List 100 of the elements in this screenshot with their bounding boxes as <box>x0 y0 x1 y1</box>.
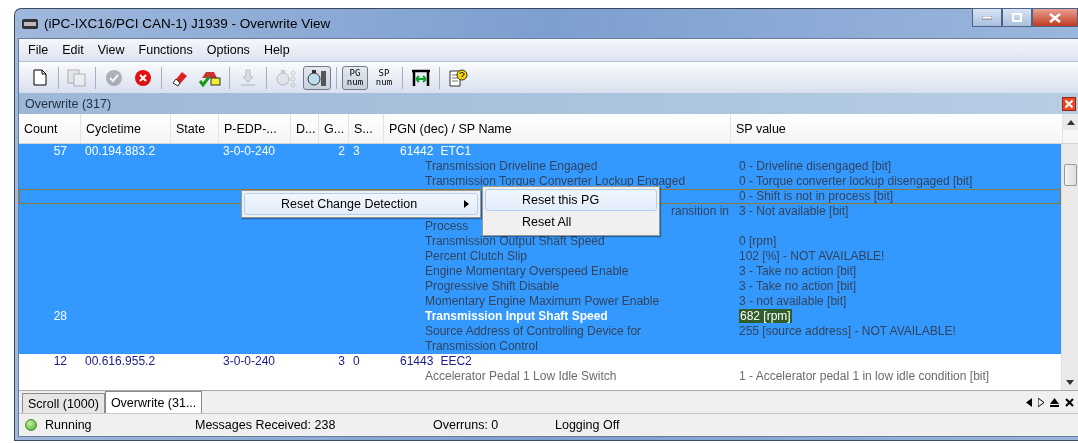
signal-value: 0 - Torque converter lockup disengaged [bit] <box>739 174 973 188</box>
signal-value: 3 - not available [bit] <box>739 294 847 308</box>
signal-value: 255 [source address] - NOT AVAILABLE! <box>739 324 956 338</box>
minimize-button[interactable] <box>972 8 1002 27</box>
minimize-icon <box>982 15 992 20</box>
submenu-arrow-icon <box>464 200 469 208</box>
menu-item[interactable]: Options <box>199 41 257 59</box>
menu-item[interactable]: Functions <box>131 41 200 59</box>
scroll-thumb[interactable] <box>1063 164 1077 186</box>
eject-icon[interactable] <box>1050 397 1059 407</box>
scrollbar[interactable] <box>1061 144 1078 390</box>
table-row[interactable]: Percent Clutch Slip 102 [%] - NOT AVAILABLE! <box>19 249 1061 264</box>
signal-name: Engine Momentary Overspeed Enable <box>425 264 629 278</box>
column-header[interactable]: PGN (dec) / SP Name <box>384 114 731 143</box>
table-row[interactable]: Engine Momentary Overspeed Enable 3 - Take no action [bit] <box>19 264 1061 279</box>
close-circle-icon <box>134 68 152 87</box>
table-cell-text: 0 <box>352 354 361 369</box>
signal-name: Transmission Input Shaft Speed <box>425 309 608 323</box>
signal-name: Percent Clutch Slip <box>425 249 528 263</box>
column-header[interactable]: D... <box>291 114 319 143</box>
toolbar-button[interactable] <box>303 65 331 90</box>
menu-item[interactable]: View <box>90 41 132 59</box>
app-logo-icon <box>22 18 38 29</box>
maximize-button[interactable] <box>1002 8 1032 27</box>
signal-name: Transmission Torque Converter Lockup Engaged <box>425 174 686 188</box>
stopwatch-icon <box>306 67 328 88</box>
table-row[interactable]: 12 00.616.955.2 3-0-0-240 3 0 61443 EEC2 <box>19 354 1061 369</box>
left-arrow-icon[interactable] <box>1026 397 1032 407</box>
help-document-icon <box>448 68 468 87</box>
table-cell-text: 2 <box>337 144 346 159</box>
table-cell-text: 3 <box>337 354 346 369</box>
signal-value: 102 [%] - NOT AVAILABLE! <box>739 249 885 263</box>
table-cell-text: 12 <box>52 354 68 369</box>
fit-width-icon <box>411 68 431 87</box>
status-text: Messages Received: 238 <box>195 418 337 432</box>
new-document-icon <box>33 69 47 86</box>
close-icon[interactable] <box>1062 96 1076 111</box>
table-cell-text: 57 <box>52 144 68 159</box>
menu-item[interactable]: Reset All <box>485 211 657 233</box>
table-row[interactable]: Progressive Shift Disable 3 - Take no action [bit] <box>19 279 1061 294</box>
column-header[interactable]: Cycletime <box>81 114 171 143</box>
column-header[interactable]: State <box>171 114 219 143</box>
right-arrow-icon[interactable] <box>1038 397 1044 407</box>
signal-name: Transmission Driveline Engaged <box>425 159 598 173</box>
column-header[interactable]: S... <box>349 114 384 143</box>
window-title: (iPC-IXC16/PCI CAN-1) J1939 - Overwrite View <box>44 16 331 31</box>
table-cell-text: 3 <box>352 144 361 159</box>
close-button[interactable] <box>1032 8 1078 27</box>
table-cell: 61442 <box>400 144 434 159</box>
status-text: Logging Off <box>555 418 620 432</box>
copy-document-icon <box>67 68 87 87</box>
status-text: Running <box>45 418 93 432</box>
table-cell-text: 3-0-0-240 <box>222 144 277 159</box>
table-cell-text: 00.194.883.2 <box>84 144 157 159</box>
table-row[interactable]: Transmission Output Shaft Speed 0 [rpm] <box>19 234 1061 249</box>
tab[interactable]: Scroll (1000) <box>22 393 105 413</box>
signal-value: 3 - Take no action [bit] <box>739 279 857 293</box>
signal-value: 3 - Not available [bit] <box>739 204 849 218</box>
table-cell-text: 00.616.955.2 <box>84 354 157 369</box>
table-row[interactable]: Transmission Driveline Engaged 0 - Driveline disengaged [bit] <box>19 159 1061 174</box>
status-text: Overruns: 0 <box>433 418 500 432</box>
scroll-down-icon[interactable] <box>1066 379 1074 385</box>
signal-value: 682 [rpm] <box>739 309 792 323</box>
signal-name: Accelerator Pedal 1 Low Idle Switch <box>425 369 617 383</box>
table-row[interactable]: Accelerator Pedal 1 Low Idle Switch 1 - Accelerator pedal 1 in low idle condition [bit] <box>19 369 1061 384</box>
signal-name: Source Address of Controlling Device for Transmission Control <box>425 324 642 353</box>
maximize-icon <box>1012 13 1022 22</box>
table-row[interactable]: Source Address of Controlling Device for Transmission Control 255 [source address] - NOT AVAILABLE! <box>19 324 1061 354</box>
signal-name: Process <box>425 219 469 234</box>
check-circle-icon <box>105 68 123 87</box>
signal-value: 0 - Driveline disengaged [bit] <box>739 159 892 173</box>
table-row[interactable]: 28 Transmission Input Shaft Speed 682 [rpm] <box>19 309 1061 324</box>
scroll-up-icon[interactable] <box>1067 119 1075 125</box>
menu-item[interactable]: Help <box>256 41 297 59</box>
toolbar-button[interactable]: PG num <box>342 65 368 90</box>
close-icon <box>1049 12 1061 23</box>
tab[interactable]: Overwrite (31... <box>104 391 203 413</box>
signal-value: 0 [rpm] <box>739 234 777 248</box>
table-cell-text: 3-0-0-240 <box>222 354 277 369</box>
signal-name: Momentary Engine Maximum Power Enable <box>425 294 660 308</box>
table-cell: 28 <box>53 309 67 323</box>
table-cell: ETC1 <box>440 144 472 159</box>
signal-name: Progressive Shift Disable <box>425 279 560 293</box>
column-header[interactable]: G... <box>319 114 349 143</box>
menu-item[interactable]: File <box>21 41 56 59</box>
menu-item[interactable]: Reset Change Detection <box>244 193 478 215</box>
column-header[interactable]: P-EDP-... <box>219 114 291 143</box>
table-cell: EEC2 <box>440 354 472 369</box>
table-row[interactable]: Momentary Engine Maximum Power Enable 3 - not available [bit] <box>19 294 1061 309</box>
column-header[interactable]: Count <box>19 114 81 143</box>
signal-name: Transmission Output Shaft Speed <box>425 234 605 248</box>
signal-value: 0 - Shift is not in process [bit] <box>739 189 894 203</box>
table-row[interactable]: Transmission Torque Converter Lockup Engaged 0 - Torque converter lockup disengaged [bit] <box>19 174 1061 189</box>
menu-item[interactable]: Reset this PG <box>485 189 657 211</box>
close-icon[interactable] <box>1065 397 1074 407</box>
table-cell: 61443 <box>400 354 434 369</box>
menu-item[interactable]: Edit <box>55 41 91 59</box>
signal-value: 1 - Accelerator pedal 1 in low idle condition [bit] <box>739 369 990 383</box>
panel-title: Overwrite (317) <box>25 96 112 111</box>
toolbar-button[interactable]: SP num <box>371 65 397 90</box>
